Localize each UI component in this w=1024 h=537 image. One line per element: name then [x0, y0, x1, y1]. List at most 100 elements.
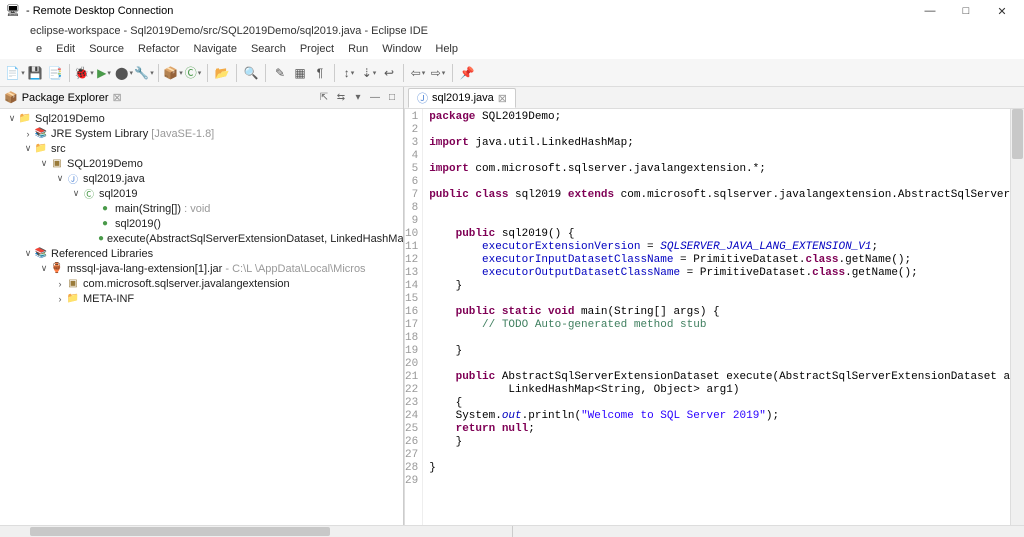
- next-annotation-button[interactable]: ⇣: [360, 64, 378, 82]
- method-icon: ●: [98, 232, 104, 246]
- new-button[interactable]: 📄: [6, 64, 24, 82]
- close-button[interactable]: ✕: [984, 1, 1020, 21]
- tree-file[interactable]: sql2019.java: [83, 173, 145, 185]
- tree-src[interactable]: src: [51, 143, 66, 155]
- collapse-all-icon[interactable]: ⇱: [317, 92, 331, 103]
- expand-icon[interactable]: ∨: [22, 143, 34, 154]
- package-icon: ▣: [66, 277, 80, 291]
- coverage-button[interactable]: ⬤: [115, 64, 133, 82]
- tree-method[interactable]: main(String[]) : void: [115, 203, 210, 215]
- editor-tab[interactable]: Ⓙ sql2019.java ⊠: [408, 88, 516, 108]
- expand-icon[interactable]: ∨: [54, 173, 66, 184]
- toolbar: 📄 💾 📑 🐞 ▶ ⬤ 🔧 📦 Ⓒ 📂 🔍 ✎ ▦ ¶ ↕ ⇣ ↩ ⇦ ⇨ 📌: [0, 59, 1024, 87]
- class-icon: Ⓒ: [82, 187, 96, 201]
- scrollbar-thumb[interactable]: [1012, 109, 1023, 159]
- menu-refactor[interactable]: Refactor: [132, 41, 186, 57]
- minimize-button[interactable]: —: [912, 1, 948, 21]
- run-button[interactable]: ▶: [95, 64, 113, 82]
- save-all-button[interactable]: 📑: [46, 64, 64, 82]
- expand-icon[interactable]: ∨: [6, 113, 18, 124]
- pin-button[interactable]: 📌: [458, 64, 476, 82]
- menu-help[interactable]: Help: [429, 41, 464, 57]
- method-icon: ●: [98, 217, 112, 231]
- project-icon: 📁: [18, 112, 32, 126]
- java-file-icon: Ⓙ: [66, 172, 80, 186]
- ext-tools-button[interactable]: 🔧: [135, 64, 153, 82]
- tree-package[interactable]: SQL2019Demo: [67, 158, 143, 170]
- menu-navigate[interactable]: Navigate: [188, 41, 243, 57]
- maximize-button[interactable]: □: [948, 1, 984, 21]
- editor-tab-label: sql2019.java: [432, 92, 494, 104]
- toggle-block-button[interactable]: ▦: [291, 64, 309, 82]
- expand-icon[interactable]: ›: [54, 279, 66, 289]
- link-editor-icon[interactable]: ⇆: [334, 92, 348, 103]
- vertical-scrollbar[interactable]: [1010, 109, 1024, 525]
- separator: [236, 64, 237, 82]
- close-tab-icon[interactable]: ⊠: [498, 92, 507, 105]
- expand-icon[interactable]: ∨: [38, 158, 50, 169]
- open-type-button[interactable]: 📂: [213, 64, 231, 82]
- menu-window[interactable]: Window: [376, 41, 427, 57]
- tree-jre[interactable]: JRE System Library [JavaSE-1.8]: [51, 128, 214, 140]
- separator: [265, 64, 266, 82]
- horizontal-scrollbar[interactable]: [0, 525, 1024, 537]
- tree-class[interactable]: sql2019: [99, 188, 138, 200]
- separator: [403, 64, 404, 82]
- separator: [452, 64, 453, 82]
- tree-reflib[interactable]: Referenced Libraries: [51, 248, 153, 260]
- menu-project[interactable]: Project: [294, 41, 340, 57]
- show-whitespace-button[interactable]: ¶: [311, 64, 329, 82]
- rdp-icon: 🖥: [6, 4, 20, 18]
- tree-metainf[interactable]: META-INF: [83, 293, 134, 305]
- tree-jar-pkg[interactable]: com.microsoft.sqlserver.javalangextensio…: [83, 278, 290, 290]
- method-icon: ●: [98, 202, 112, 216]
- tree-project[interactable]: Sql2019Demo: [35, 113, 105, 125]
- toggle-mark-button[interactable]: ✎: [271, 64, 289, 82]
- new-class-button[interactable]: Ⓒ: [184, 64, 202, 82]
- view-menu-icon[interactable]: ▾: [351, 92, 365, 103]
- tree-method[interactable]: sql2019(): [115, 218, 161, 230]
- package-explorer-tab[interactable]: 📦 Package Explorer ⊠: [4, 91, 122, 104]
- menu-edit[interactable]: Edit: [50, 41, 81, 57]
- separator: [158, 64, 159, 82]
- package-icon: 📦: [4, 91, 18, 104]
- maximize-view-icon[interactable]: □: [385, 92, 399, 103]
- menu-file[interactable]: e: [30, 41, 48, 57]
- debug-button[interactable]: 🐞: [75, 64, 93, 82]
- back-button[interactable]: ⇦: [409, 64, 427, 82]
- menubar: e Edit Source Refactor Navigate Search P…: [0, 39, 1024, 59]
- src-folder-icon: 📁: [34, 142, 48, 156]
- close-tab-icon[interactable]: ⊠: [113, 91, 122, 104]
- java-file-icon: Ⓙ: [417, 90, 428, 106]
- search-button[interactable]: 🔍: [242, 64, 260, 82]
- expand-icon[interactable]: ›: [22, 129, 34, 139]
- forward-button[interactable]: ⇨: [429, 64, 447, 82]
- library-icon: 📚: [34, 127, 48, 141]
- menu-source[interactable]: Source: [83, 41, 130, 57]
- expand-icon[interactable]: ∨: [70, 188, 82, 199]
- package-explorer: 📦 Package Explorer ⊠ ⇱ ⇆ ▾ — □ ∨📁Sql2019…: [0, 87, 404, 525]
- minimize-view-icon[interactable]: —: [368, 92, 382, 103]
- tree-method[interactable]: execute(AbstractSqlServerExtensionDatase…: [107, 233, 403, 245]
- new-package-button[interactable]: 📦: [164, 64, 182, 82]
- tree-jar[interactable]: mssql-java-lang-extension[1].jar - C:\L …: [67, 263, 366, 275]
- separator: [69, 64, 70, 82]
- editor-area: Ⓙ sql2019.java ⊠ 1 2 3 4 5 6 7 8 9 10 11…: [404, 87, 1024, 525]
- annotation-nav-button[interactable]: ↕: [340, 64, 358, 82]
- scrollbar-thumb[interactable]: [30, 527, 330, 536]
- expand-icon[interactable]: ∨: [22, 248, 34, 259]
- last-edit-button[interactable]: ↩: [380, 64, 398, 82]
- menu-run[interactable]: Run: [342, 41, 374, 57]
- expand-icon[interactable]: ›: [54, 294, 66, 304]
- app-title: eclipse-workspace - Sql2019Demo/src/SQL2…: [0, 22, 1024, 39]
- save-button[interactable]: 💾: [26, 64, 44, 82]
- project-tree[interactable]: ∨📁Sql2019Demo ›📚JRE System Library [Java…: [0, 109, 403, 525]
- expand-icon[interactable]: ∨: [38, 263, 50, 274]
- library-icon: 📚: [34, 247, 48, 261]
- rdp-titlebar: 🖥 - Remote Desktop Connection — □ ✕: [0, 0, 1024, 22]
- menu-search[interactable]: Search: [245, 41, 292, 57]
- code-content[interactable]: package SQL2019Demo; import java.util.Li…: [423, 109, 1024, 525]
- package-icon: ▣: [50, 157, 64, 171]
- folder-icon: 📁: [66, 292, 80, 306]
- code-editor[interactable]: 1 2 3 4 5 6 7 8 9 10 11 12 13 14 15 16 1…: [404, 109, 1024, 525]
